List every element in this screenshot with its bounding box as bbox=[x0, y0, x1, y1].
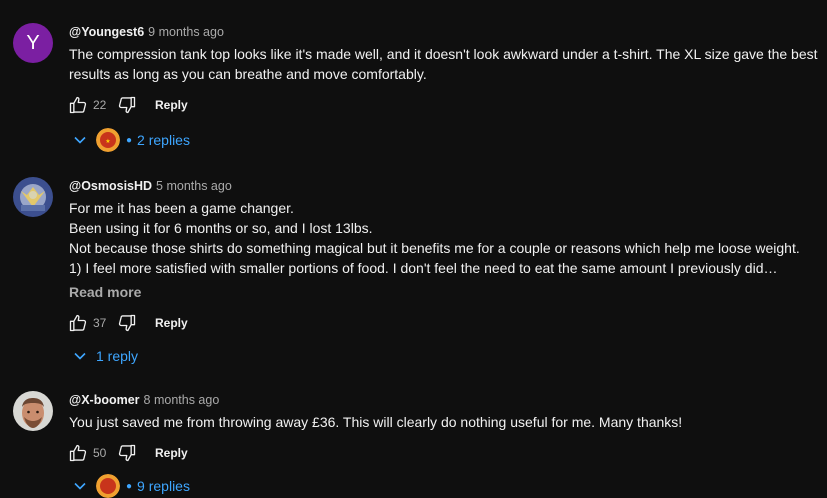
comment-text: For me it has been a game changer. Been … bbox=[69, 198, 819, 278]
comment-line: The compression tank top looks like it's… bbox=[69, 46, 818, 62]
comment-line: You just saved me from throwing away £36… bbox=[69, 414, 683, 430]
view-replies-button[interactable]: ★ ● 2 replies bbox=[70, 128, 190, 152]
author-name[interactable]: @OsmosisHD bbox=[69, 179, 152, 193]
comment-line: 1) I feel more satisfied with smaller po… bbox=[69, 260, 778, 276]
read-more-button[interactable]: Read more bbox=[69, 284, 141, 300]
comment-actions: 22 Reply bbox=[66, 93, 188, 117]
chevron-down-icon bbox=[70, 130, 90, 150]
creator-avatar: ★ bbox=[96, 128, 120, 152]
reply-button[interactable]: Reply bbox=[155, 316, 188, 330]
svg-text:★: ★ bbox=[105, 138, 110, 145]
replies-count-label[interactable]: 2 replies bbox=[137, 132, 190, 148]
reply-button[interactable]: Reply bbox=[155, 446, 188, 460]
creator-avatar bbox=[96, 474, 120, 498]
comment-line: Been using it for 6 months or so, and I … bbox=[69, 220, 373, 236]
comment-timestamp[interactable]: 9 months ago bbox=[148, 25, 224, 39]
avatar[interactable]: Y bbox=[13, 23, 53, 63]
comment-timestamp[interactable]: 8 months ago bbox=[144, 393, 220, 407]
author-name[interactable]: @Youngest6 bbox=[69, 25, 144, 39]
comment-header: @Youngest6 9 months ago bbox=[69, 25, 224, 39]
separator-dot: ● bbox=[126, 134, 133, 146]
comment-actions: 37 Reply bbox=[66, 311, 188, 335]
separator-dot: ● bbox=[126, 480, 133, 492]
comment-line: results as long as you can breathe and m… bbox=[69, 66, 427, 82]
like-count: 37 bbox=[93, 316, 107, 330]
thumbs-down-icon[interactable] bbox=[115, 93, 139, 117]
like-count: 50 bbox=[93, 446, 107, 460]
comment-header: @OsmosisHD 5 months ago bbox=[69, 179, 232, 193]
view-replies-button[interactable]: 1 reply bbox=[70, 344, 138, 368]
comment-header: @X-boomer 8 months ago bbox=[69, 393, 219, 407]
comment-actions: 50 Reply bbox=[66, 441, 188, 465]
avatar[interactable] bbox=[13, 177, 53, 217]
thumbs-up-icon[interactable] bbox=[66, 311, 90, 335]
thumbs-down-icon[interactable] bbox=[115, 441, 139, 465]
view-replies-button[interactable]: ● 9 replies bbox=[70, 474, 190, 498]
like-count: 22 bbox=[93, 98, 107, 112]
thumbs-up-icon[interactable] bbox=[66, 441, 90, 465]
comment-line: Not because those shirts do something ma… bbox=[69, 240, 800, 256]
avatar[interactable] bbox=[13, 391, 53, 431]
comment-text: You just saved me from throwing away £36… bbox=[69, 412, 819, 432]
thumbs-up-icon[interactable] bbox=[66, 93, 90, 117]
replies-count-label[interactable]: 1 reply bbox=[96, 348, 138, 364]
chevron-down-icon bbox=[70, 476, 90, 496]
thumbs-down-icon[interactable] bbox=[115, 311, 139, 335]
replies-count-label[interactable]: 9 replies bbox=[137, 478, 190, 494]
reply-button[interactable]: Reply bbox=[155, 98, 188, 112]
comment-timestamp[interactable]: 5 months ago bbox=[156, 179, 232, 193]
comment-text: The compression tank top looks like it's… bbox=[69, 44, 819, 84]
comment-line: For me it has been a game changer. bbox=[69, 200, 294, 216]
chevron-down-icon bbox=[70, 346, 90, 366]
author-name[interactable]: @X-boomer bbox=[69, 393, 140, 407]
